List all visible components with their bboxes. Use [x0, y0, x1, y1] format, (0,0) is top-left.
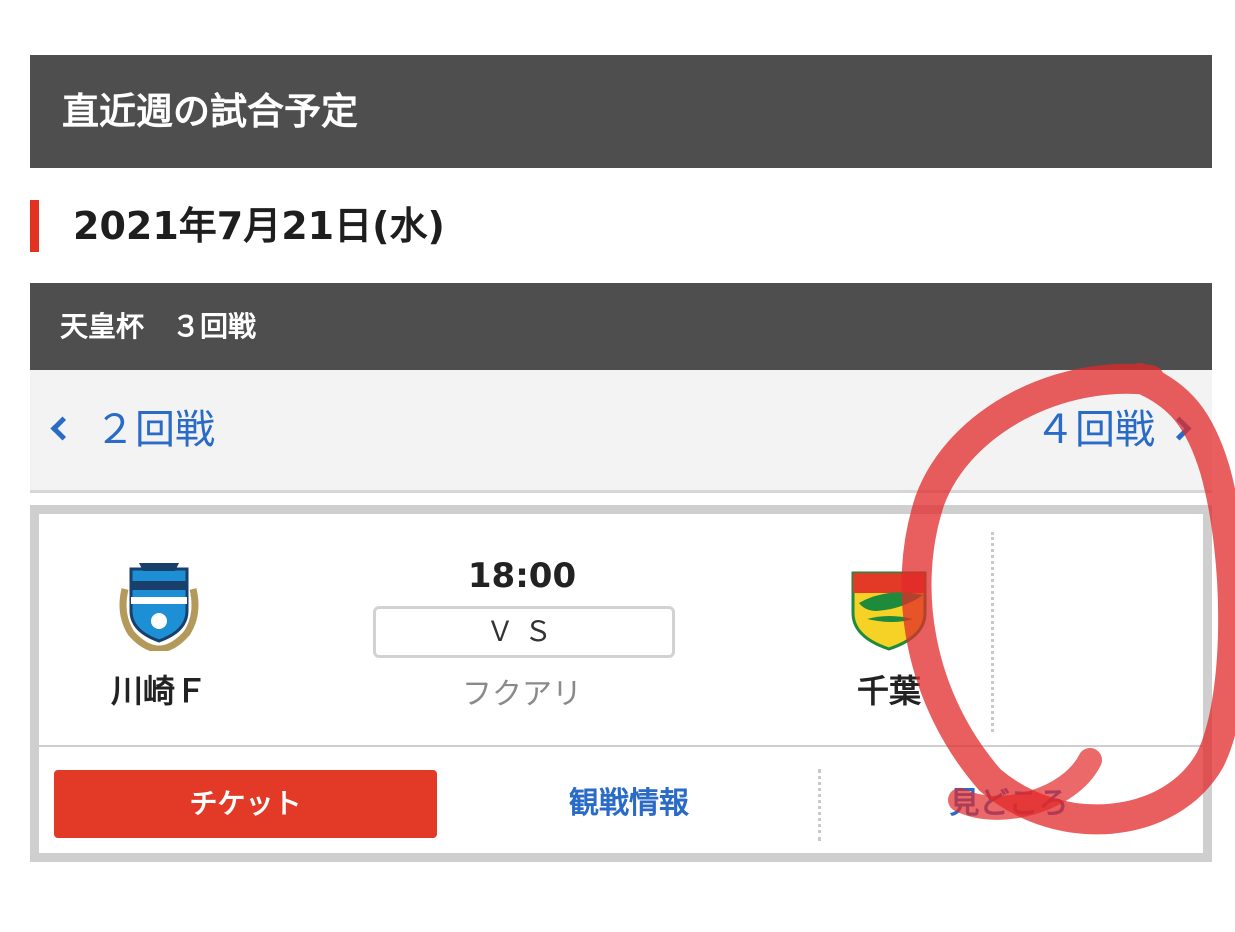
competition-round-header: 天皇杯 ３回戦: [30, 283, 1212, 370]
jef-united-chiba-crest-icon: [851, 571, 927, 651]
away-team[interactable]: 千葉: [789, 514, 989, 745]
round-navigation: ２回戦 ４回戦: [30, 370, 1212, 493]
home-team-name: 川崎Ｆ: [110, 672, 207, 710]
home-team[interactable]: 川崎Ｆ: [59, 514, 259, 745]
vertical-divider: [991, 532, 994, 732]
match-card: 川崎Ｆ 18:00 ＶＳ フクアリ 千葉 チケット 観戦情報 見どころ: [30, 505, 1212, 862]
chevron-left-icon: [50, 415, 75, 441]
next-round-link[interactable]: ４回戦: [1035, 370, 1192, 490]
ticket-button[interactable]: チケット: [54, 770, 437, 838]
watching-info-link[interactable]: 観戦情報: [479, 770, 779, 838]
prev-round-link[interactable]: ２回戦: [50, 370, 215, 490]
match-date-row: 2021年7月21日(水): [30, 200, 930, 252]
action-divider: [818, 769, 821, 841]
kawasaki-frontale-crest-icon: [119, 563, 199, 651]
vs-badge: ＶＳ: [373, 606, 675, 658]
next-round-label: ４回戦: [1035, 407, 1155, 453]
venue-name: フクアリ: [462, 677, 582, 712]
kickoff-time: 18:00: [467, 556, 577, 596]
chevron-right-icon: [1167, 415, 1192, 441]
date-accent-bar: [30, 200, 39, 252]
match-info[interactable]: 川崎Ｆ 18:00 ＶＳ フクアリ 千葉: [39, 514, 1203, 747]
match-date: 2021年7月21日(水): [73, 204, 445, 248]
away-team-name: 千葉: [856, 672, 921, 710]
prev-round-label: ２回戦: [95, 407, 215, 453]
highlights-link[interactable]: 見どころ: [859, 770, 1159, 838]
match-actions: チケット 観戦情報 見どころ: [39, 747, 1203, 853]
page-title: 直近週の試合予定: [30, 55, 1212, 168]
